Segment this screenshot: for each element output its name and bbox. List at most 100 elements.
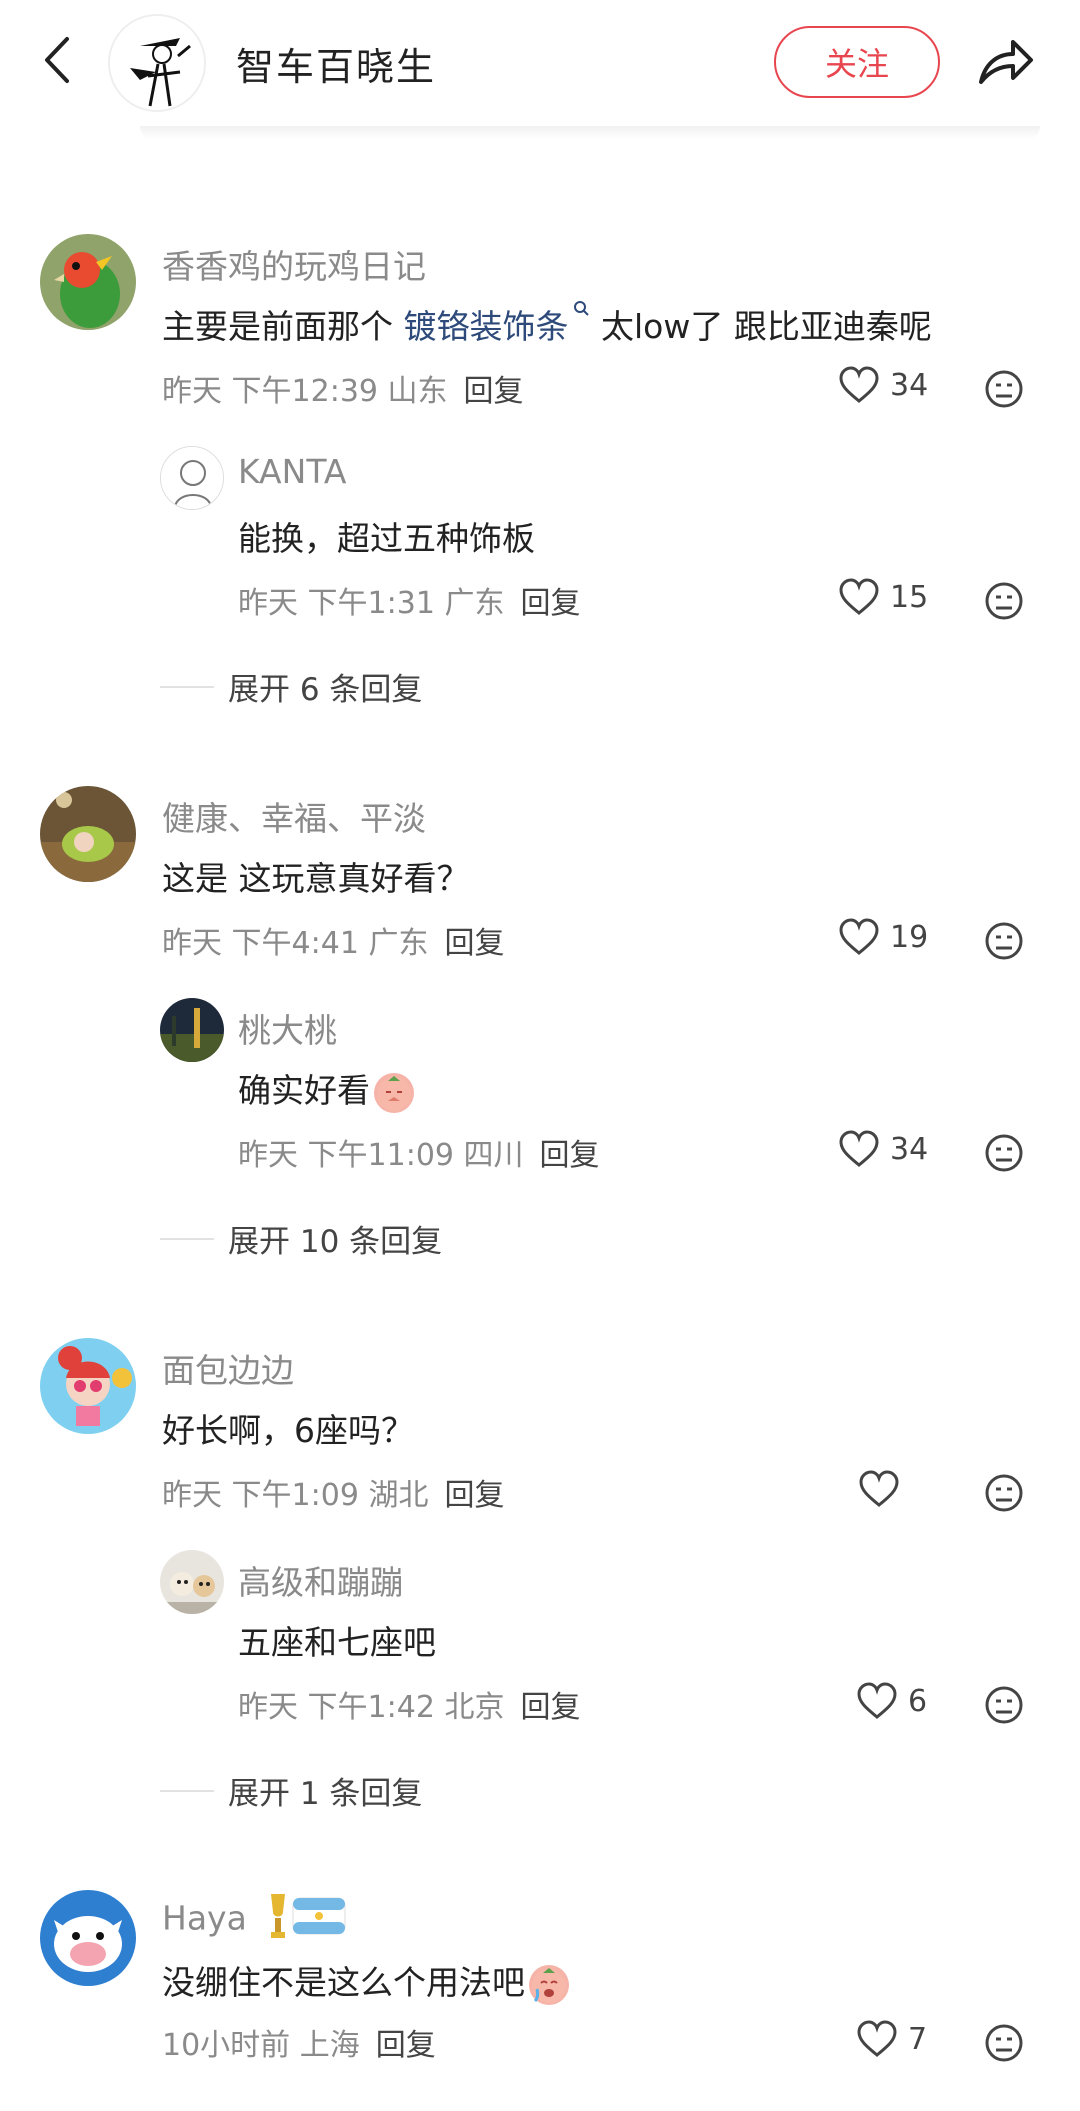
dislike-face-icon[interactable] (984, 1473, 1024, 1513)
comment-meta: 昨天 下午1:09 湖北 回复 (162, 1470, 504, 1514)
dogs-avatar-image (160, 1550, 224, 1614)
avatar[interactable] (40, 1890, 136, 1986)
dislike-face-icon[interactable] (984, 1685, 1024, 1725)
username[interactable]: Haya (162, 1894, 353, 1944)
like-button[interactable]: 34 (838, 1130, 928, 1168)
reply-avatar[interactable] (160, 1550, 224, 1614)
reply-meta: 昨天 下午11:09 四川 回复 (238, 1130, 600, 1174)
author-avatar-image (110, 16, 204, 110)
reply-button[interactable]: 回复 (444, 1478, 504, 1513)
comment-text: 主要是前面那个 镀铬装饰条 太low了 跟比亚迪秦呢 (162, 300, 932, 348)
search-icon (573, 301, 589, 316)
reply-button[interactable]: 回复 (540, 1138, 600, 1173)
like-button[interactable]: 7 (856, 2020, 927, 2058)
toy-avatar-image (40, 786, 136, 882)
like-button[interactable]: 6 (856, 1682, 927, 1720)
dislike-face-icon[interactable] (984, 1133, 1024, 1173)
reply-button[interactable]: 回复 (520, 1690, 580, 1725)
timestamp-location: 昨天 下午12:39 山东 (162, 374, 448, 409)
heart-icon (839, 1130, 879, 1167)
share-button[interactable] (974, 28, 1038, 92)
comment-text: 这是 这玩意真好看？ (162, 859, 470, 898)
like-button[interactable]: 15 (838, 578, 928, 616)
timestamp-location: 昨天 下午1:09 湖北 (162, 1478, 429, 1513)
like-count: 7 (908, 2021, 928, 2057)
expand-label: 展开 6 条回复 (228, 672, 423, 708)
reply-text: 五座和七座吧 (238, 1623, 436, 1662)
timestamp-location: 10小时前 上海 (162, 2028, 360, 2063)
expand-replies-button[interactable]: 展开 1 条回复 (160, 1768, 422, 1813)
comment-text: 没绷住不是这么个用法吧 (162, 1956, 569, 2005)
comment-text-part: 太low了 跟比亚迪秦呢 (590, 307, 932, 346)
username-text: Haya (162, 1898, 247, 1938)
reply-avatar[interactable] (160, 446, 224, 510)
chevron-left-icon (45, 37, 69, 83)
avatar[interactable] (40, 786, 136, 882)
dislike-face-icon[interactable] (984, 369, 1024, 409)
keyword-link[interactable]: 镀铬装饰条 (404, 307, 569, 346)
divider-line (160, 685, 214, 688)
comment-meta: 昨天 下午4:41 广东 回复 (162, 918, 504, 962)
dislike-face-icon[interactable] (984, 581, 1024, 621)
reply-meta: 昨天 下午1:42 北京 回复 (238, 1682, 580, 1726)
avatar[interactable] (40, 234, 136, 330)
username[interactable]: 健康、幸福、平淡 (162, 792, 426, 840)
sketch-avatar-image (161, 447, 223, 509)
dislike-face-icon[interactable] (984, 2023, 1024, 2063)
heart-icon (857, 2020, 897, 2057)
reply-button[interactable]: 回复 (376, 2028, 436, 2063)
praying-face-emoji-icon (374, 1072, 414, 1113)
back-button[interactable] (34, 30, 78, 90)
reply-username[interactable]: 桃大桃 (238, 1004, 337, 1052)
like-count: 34 (890, 367, 929, 403)
trophy-flag-badge-icon (271, 1894, 346, 1938)
divider-line (160, 1789, 214, 1792)
expand-replies-button[interactable]: 展开 10 条回复 (160, 1216, 442, 1261)
heart-icon (839, 366, 879, 403)
like-button[interactable]: 34 (838, 366, 928, 404)
reply-username[interactable]: KANTA (238, 452, 347, 491)
like-count: 15 (890, 579, 929, 615)
header-divider (140, 126, 1040, 140)
timestamp-location: 昨天 下午11:09 四川 (238, 1138, 524, 1173)
page-title: 智车百晓生 (236, 45, 437, 89)
crying-face-emoji-icon (529, 1964, 569, 2005)
author-avatar[interactable] (108, 14, 206, 112)
reply-text: 能换，超过五种饰板 (238, 519, 535, 558)
username[interactable]: 面包边边 (162, 1344, 294, 1392)
like-button[interactable] (858, 1470, 910, 1508)
reply-avatar[interactable] (160, 998, 224, 1062)
expand-label: 展开 10 条回复 (228, 1224, 443, 1260)
divider-line (160, 1237, 214, 1240)
reply-button[interactable]: 回复 (444, 926, 504, 961)
reply-button[interactable]: 回复 (464, 374, 524, 409)
username[interactable]: 香香鸡的玩鸡日记 (162, 240, 426, 288)
like-count: 34 (890, 1131, 929, 1167)
forest-avatar-image (160, 998, 224, 1062)
heart-icon (839, 578, 879, 615)
follow-button[interactable]: 关注 (774, 26, 940, 98)
heart-icon (857, 1682, 897, 1719)
timestamp-location: 昨天 下午1:42 北京 (238, 1690, 505, 1725)
reply-button[interactable]: 回复 (520, 586, 580, 621)
comment-text: 好长啊，6座吗？ (162, 1411, 414, 1450)
reply-text: 确实好看 (238, 1064, 414, 1113)
cow-avatar-image (40, 1890, 136, 1986)
comment-text-content: 没绷住不是这么个用法吧 (162, 1963, 525, 2002)
expand-label: 展开 1 条回复 (228, 1776, 423, 1812)
reply-username[interactable]: 高级和蹦蹦 (238, 1556, 403, 1604)
expand-replies-button[interactable]: 展开 6 条回复 (160, 664, 422, 709)
like-count: 6 (908, 1683, 928, 1719)
heart-icon (859, 1470, 899, 1507)
comment-meta: 昨天 下午12:39 山东 回复 (162, 366, 524, 410)
avatar[interactable] (40, 1338, 136, 1434)
timestamp-location: 昨天 下午1:31 广东 (238, 586, 505, 621)
comment-meta: 10小时前 上海 回复 (162, 2020, 436, 2064)
comment-text-part: 主要是前面那个 (162, 307, 404, 346)
top-bar: 智车百晓生 关注 (0, 0, 1080, 130)
timestamp-location: 昨天 下午4:41 广东 (162, 926, 429, 961)
reply-meta: 昨天 下午1:31 广东 回复 (238, 578, 580, 622)
heart-icon (839, 918, 879, 955)
like-button[interactable]: 19 (838, 918, 928, 956)
dislike-face-icon[interactable] (984, 921, 1024, 961)
